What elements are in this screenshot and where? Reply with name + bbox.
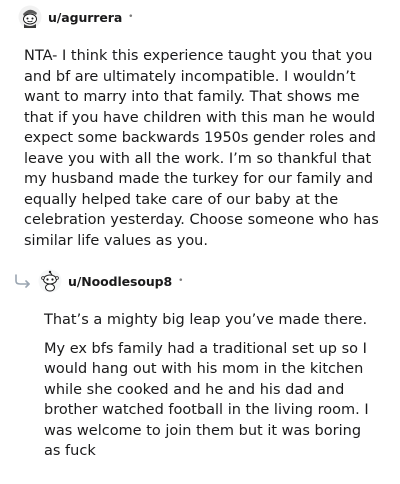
snoo-avatar-icon[interactable] bbox=[38, 269, 62, 293]
separator-dot: • bbox=[178, 275, 184, 286]
comment-paragraph: That’s a mighty big leap you’ve made the… bbox=[44, 312, 368, 328]
username[interactable]: u/agurrera bbox=[48, 10, 122, 25]
comment-header: u/agurrera • bbox=[18, 5, 133, 29]
snoo-avatar-icon[interactable] bbox=[18, 5, 42, 29]
comment-body: NTA- I think this experience taught you … bbox=[24, 48, 379, 249]
username[interactable]: u/Noodlesoup8 bbox=[68, 274, 172, 289]
separator-dot: • bbox=[128, 11, 134, 22]
comment-body: That’s a mighty big leap you’ve made the… bbox=[44, 310, 374, 470]
comment-header: u/Noodlesoup8 • bbox=[14, 269, 183, 293]
comment-paragraph: My ex bfs family had a traditional set u… bbox=[44, 340, 369, 460]
reply-arrow-icon bbox=[15, 274, 30, 288]
